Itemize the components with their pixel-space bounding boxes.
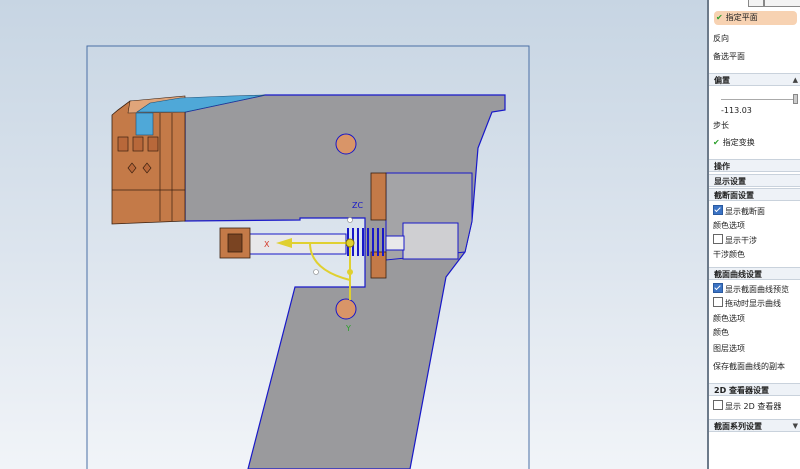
show-section-label: 显示截断面: [725, 207, 765, 216]
section-curve-label: 截面曲线设置: [714, 270, 762, 279]
specify-plane-label: 指定平面: [725, 13, 758, 22]
section-curve-header[interactable]: 截面曲线设置: [709, 267, 800, 280]
section-settings-label: 截断面设置: [714, 191, 754, 200]
display-settings-label: 显示设置: [714, 177, 746, 186]
show-section-checkbox[interactable]: 显示截断面: [713, 205, 765, 219]
checkbox-unchecked-icon: [713, 400, 723, 410]
drag-handle-1: [347, 269, 353, 275]
checkbox-checked-icon: [713, 283, 723, 293]
lower-boss: [335, 298, 357, 320]
check-icon: ✔: [713, 138, 720, 147]
origin-handle: [345, 238, 355, 248]
save-curve-copy[interactable]: 保存截面曲线的副本: [713, 360, 785, 374]
specify-plane-row[interactable]: ✔ 指定平面: [714, 11, 797, 25]
section-series-header[interactable]: 截面系列设置 ▼: [709, 419, 800, 432]
section-series-label: 截面系列设置: [714, 422, 762, 431]
display-settings-header[interactable]: 显示设置: [709, 174, 800, 187]
axis-label-y: Y: [345, 324, 351, 333]
curve-color[interactable]: 颜色: [713, 326, 729, 340]
drag-handle-3: [347, 217, 353, 223]
offset-slider-handle[interactable]: [793, 94, 798, 104]
axis-label-zc: ZC: [352, 201, 363, 210]
offset-header-label: 偏置: [714, 76, 730, 85]
show-preview-checkbox[interactable]: 显示截面曲线预览: [713, 283, 789, 297]
checkbox-unchecked-icon: [713, 234, 723, 244]
reverse-button[interactable]: 反向: [713, 32, 729, 46]
drag-handle-2: [313, 269, 319, 275]
expand-icon: ▼: [792, 422, 798, 430]
section-settings-header[interactable]: 截断面设置: [709, 188, 800, 201]
cad-section-view[interactable]: X ZC Y: [0, 0, 707, 469]
checkbox-unchecked-icon: [713, 297, 723, 307]
operation-header[interactable]: 操作: [709, 159, 800, 172]
cyan-strip: [135, 112, 154, 136]
section-color-options[interactable]: 颜色选项: [713, 219, 745, 233]
specify-transform-row[interactable]: ✔ 指定变换: [713, 136, 755, 150]
curve-color-options[interactable]: 颜色选项: [713, 312, 745, 326]
show-interference-label: 显示干涉: [725, 236, 757, 245]
graphics-viewport[interactable]: X ZC Y: [0, 0, 707, 469]
piston: [402, 222, 459, 260]
offset-header[interactable]: 偏置 ▲: [709, 73, 800, 86]
viewer-2d-label: 2D 查看器设置: [714, 386, 769, 395]
operation-header-label: 操作: [714, 162, 730, 171]
axis-label-x: X: [264, 240, 270, 249]
step-label: 步长: [713, 121, 729, 130]
viewer-2d-header[interactable]: 2D 查看器设置: [709, 383, 800, 396]
checkbox-checked-icon: [713, 205, 723, 215]
show-when-drag-checkbox[interactable]: 拖动时显示曲线: [713, 297, 781, 311]
panel-toolbar-icon[interactable]: [748, 0, 764, 7]
show-interference-checkbox[interactable]: 显示干涉: [713, 234, 757, 248]
show-when-drag-label: 拖动时显示曲线: [725, 299, 781, 308]
offset-value[interactable]: -113.03: [721, 104, 752, 118]
layer-options[interactable]: 图层选项: [713, 342, 745, 356]
show-2d-viewer-checkbox[interactable]: 显示 2D 查看器: [713, 400, 781, 414]
specify-transform-label: 指定变换: [722, 138, 755, 147]
copper-slider-top: [370, 172, 387, 221]
collapse-icon: ▲: [792, 76, 798, 84]
alternate-plane-button[interactable]: 备选平面: [713, 50, 745, 64]
panel-toolbar-strip[interactable]: [764, 0, 800, 7]
piston-rod: [385, 235, 405, 251]
view-section-panel: ✔ 指定平面 反向 备选平面 偏置 ▲ -113.03 步长 ✔ 指定变换 操作 显示…: [709, 0, 800, 469]
interference-color[interactable]: 干涉颜色: [713, 248, 745, 262]
show-2d-viewer-label: 显示 2D 查看器: [725, 402, 782, 411]
offset-slider-track[interactable]: [721, 99, 797, 100]
show-preview-label: 显示截面曲线预览: [725, 285, 789, 294]
screw-socket: [227, 233, 243, 253]
check-icon: ✔: [716, 13, 723, 22]
upper-boss: [335, 133, 357, 155]
